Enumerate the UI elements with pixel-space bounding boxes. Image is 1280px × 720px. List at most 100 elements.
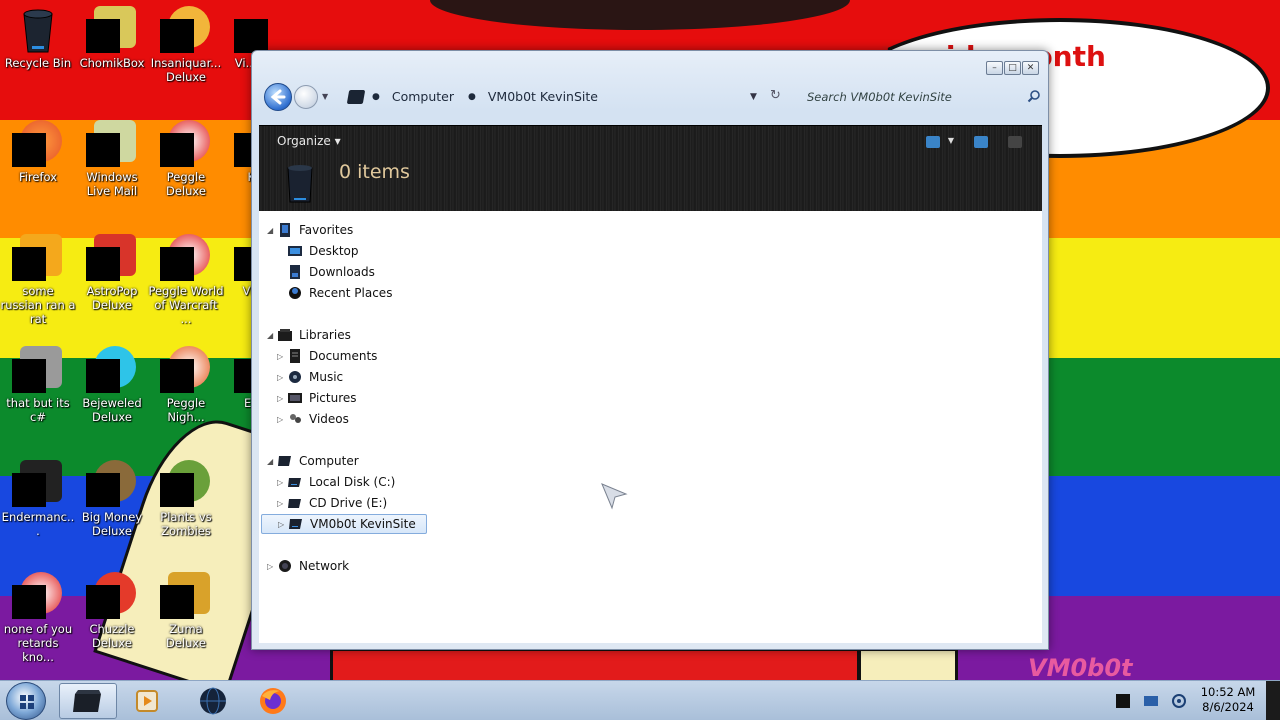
nav-computer[interactable]: ◢ Computer <box>267 451 359 471</box>
desktop-icon-endermanc[interactable]: Endermanc... <box>0 460 76 538</box>
desktop-icon-peggle-wow[interactable]: Peggle World of Warcraft ... <box>148 234 224 326</box>
expanded-triangle-icon[interactable]: ◢ <box>267 226 277 235</box>
breadcrumb[interactable]: ● Computer ● VM0b0t KevinSite <box>372 89 612 104</box>
search-input[interactable]: Search VM0b0t KevinSite <box>807 90 952 104</box>
nav-downloads[interactable]: Downloads <box>287 262 375 282</box>
desktop-icon-none-of-you[interactable]: none of you retards kno... <box>0 572 76 664</box>
item-count: 0 items <box>339 161 410 183</box>
nav-pictures[interactable]: ▷ Pictures <box>277 388 357 408</box>
navigation-bar: ▼ ● Computer ● VM0b0t KevinSite ▼ ↻ Sear… <box>262 81 1041 115</box>
chevron-down-icon[interactable]: ▼ <box>948 136 954 148</box>
wallpaper-shape <box>858 648 958 680</box>
desktop-icon-recycle-bin[interactable]: Recycle Bin <box>0 6 76 70</box>
nav-local-disk[interactable]: ▷ Local Disk (C:) <box>277 472 395 492</box>
desktop-icon-astropop[interactable]: AstroPop Deluxe <box>74 234 150 312</box>
breadcrumb-site[interactable]: VM0b0t KevinSite <box>488 89 598 104</box>
wallpaper-shape <box>330 648 860 680</box>
recent-pages-dropdown[interactable]: ▼ <box>322 92 328 101</box>
desktop-icon-some-russian[interactable]: some russian ran a rat <box>0 234 76 326</box>
show-hidden-icons-icon[interactable] <box>1116 694 1130 708</box>
globe-icon <box>200 687 226 715</box>
desktop-icon-peggle-nights[interactable]: Peggle Nigh... <box>148 346 224 424</box>
wallpaper-watermark: VM0b0t <box>1028 654 1133 680</box>
chevron-right-icon[interactable]: ● <box>372 92 380 102</box>
documents-icon <box>287 348 303 364</box>
windows-logo-icon <box>20 695 34 709</box>
preview-pane-icon[interactable] <box>974 136 988 148</box>
recycle-bin-icon <box>14 6 62 54</box>
zuma-icon <box>160 572 210 620</box>
collapsed-triangle-icon[interactable]: ▷ <box>278 520 288 529</box>
content-area[interactable]: ◢ Favorites Desktop Downloads Recent Pla… <box>259 211 1042 643</box>
drive-icon <box>287 165 313 203</box>
window-controls: – □ ✕ <box>985 61 1039 75</box>
taskbar-firefox[interactable] <box>244 683 302 719</box>
desktop-icon-big-money[interactable]: Big Money Deluxe <box>74 460 150 538</box>
breadcrumb-computer[interactable]: Computer <box>392 89 454 104</box>
nav-libraries[interactable]: ◢ Libraries <box>267 325 351 345</box>
forward-button[interactable] <box>294 85 318 109</box>
start-button[interactable] <box>6 682 46 720</box>
collapsed-triangle-icon[interactable]: ▷ <box>277 373 287 382</box>
desktop-icon-windows-live-mail[interactable]: Windows Live Mail <box>74 120 150 198</box>
back-button[interactable] <box>264 83 292 111</box>
document-icon <box>12 234 62 282</box>
nav-recent-places[interactable]: Recent Places <box>287 283 392 303</box>
chevron-right-icon[interactable]: ● <box>468 92 476 102</box>
collapsed-triangle-icon[interactable]: ▷ <box>277 499 287 508</box>
refresh-button[interactable]: ↻ <box>770 88 781 103</box>
maximize-button[interactable]: □ <box>1004 61 1021 75</box>
taskbar-media-player[interactable] <box>118 683 176 719</box>
address-dropdown[interactable]: ▼ <box>750 92 757 102</box>
desktop-icon-plants-vs-zombies[interactable]: Plants vs Zombies <box>148 460 224 538</box>
collapsed-triangle-icon[interactable]: ▷ <box>277 352 287 361</box>
search-icon[interactable] <box>1027 89 1041 103</box>
search-box[interactable]: Search VM0b0t KevinSite <box>807 85 1041 109</box>
explorer-window[interactable]: – □ ✕ ▼ ● Computer ● VM0b0t KevinSite ▼ … <box>251 50 1049 650</box>
minimize-button[interactable]: – <box>986 61 1003 75</box>
command-bar: Organize ▾ ▼ 0 items <box>259 125 1042 211</box>
volume-icon[interactable] <box>1172 693 1186 709</box>
media-player-icon <box>136 690 158 712</box>
nav-vm0b0t-kevinsite[interactable]: ▷ VM0b0t KevinSite <box>261 514 427 534</box>
nav-videos[interactable]: ▷ Videos <box>277 409 349 429</box>
organize-menu[interactable]: Organize ▾ <box>277 134 341 148</box>
taskbar-explorer[interactable] <box>59 683 117 719</box>
expanded-triangle-icon[interactable]: ◢ <box>267 331 277 340</box>
nav-desktop[interactable]: Desktop <box>287 241 359 261</box>
expanded-triangle-icon[interactable]: ◢ <box>267 457 277 466</box>
clock[interactable]: 10:52 AM 8/6/2024 <box>1196 685 1260 715</box>
desktop-icon-firefox[interactable]: Firefox <box>0 120 76 184</box>
show-desktop-button[interactable] <box>1266 681 1280 720</box>
collapsed-triangle-icon[interactable]: ▷ <box>267 562 277 571</box>
fish-icon <box>160 6 210 54</box>
nav-favorites[interactable]: ◢ Favorites <box>267 220 353 240</box>
nav-music[interactable]: ▷ Music <box>277 367 343 387</box>
nav-cd-drive[interactable]: ▷ CD Drive (E:) <box>277 493 387 513</box>
terminal-icon <box>12 460 62 508</box>
desktop-icon-zuma[interactable]: Zuma Deluxe <box>148 572 224 650</box>
collapsed-triangle-icon[interactable]: ▷ <box>277 415 287 424</box>
desktop-icon-that-but-its-csharp[interactable]: that but its c# <box>0 346 76 424</box>
change-view-icon[interactable] <box>925 136 940 148</box>
hard-drive-icon <box>287 474 303 490</box>
downloads-icon <box>287 264 303 280</box>
nav-documents[interactable]: ▷ Documents <box>277 346 377 366</box>
firefox-icon <box>12 120 62 168</box>
desktop-icon-peggle[interactable]: Peggle Deluxe <box>148 120 224 198</box>
back-arrow-icon <box>270 89 286 105</box>
close-button[interactable]: ✕ <box>1022 61 1039 75</box>
taskbar-globe-app[interactable] <box>184 683 242 719</box>
desktop-icon-bejeweled[interactable]: Bejeweled Deluxe <box>74 346 150 424</box>
taskbar: 10:52 AM 8/6/2024 <box>0 680 1280 720</box>
network-drive-icon <box>288 516 304 532</box>
desktop-icon-chomikbox[interactable]: ChomikBox <box>74 6 150 70</box>
help-icon[interactable] <box>1008 136 1022 148</box>
network-status-icon[interactable] <box>1144 696 1158 706</box>
desktop-icon-chuzzle[interactable]: Chuzzle Deluxe <box>74 572 150 650</box>
collapsed-triangle-icon[interactable]: ▷ <box>277 394 287 403</box>
pictures-icon <box>287 390 303 406</box>
collapsed-triangle-icon[interactable]: ▷ <box>277 478 287 487</box>
desktop-icon-insaniquarium[interactable]: Insaniquar... Deluxe <box>148 6 224 84</box>
nav-network[interactable]: ▷ Network <box>267 556 349 576</box>
